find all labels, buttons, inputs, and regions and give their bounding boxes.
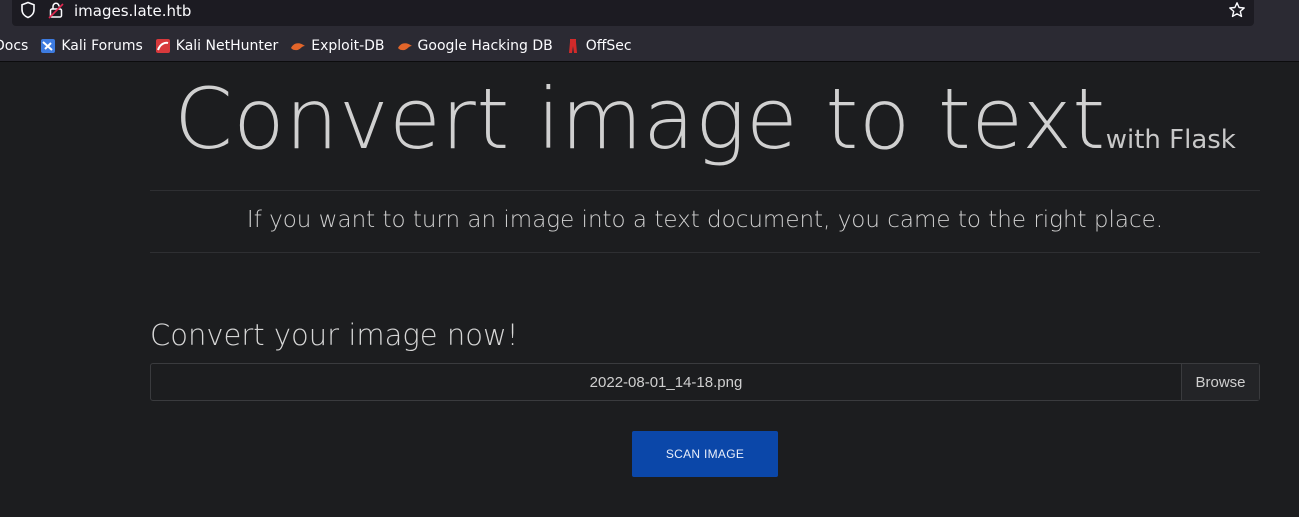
bookmark-star-icon[interactable] — [1228, 1, 1246, 19]
browser-chrome: images.late.htb Docs Kali Forums Kali Ne… — [0, 0, 1299, 62]
ghdb-icon — [397, 43, 412, 51]
bookmark-exploit-db[interactable]: Exploit-DB — [290, 38, 385, 54]
bookmark-kali-nethunter[interactable]: Kali NetHunter — [155, 38, 278, 54]
bookmark-offsec[interactable]: OffSec — [565, 38, 632, 54]
page-title: Convert image to textwith Flask — [150, 70, 1260, 168]
bookmark-label: Docs — [0, 38, 29, 54]
title-suffix: with Flask — [1105, 125, 1236, 155]
file-upload-input[interactable]: 2022-08-01_14-18.png Browse — [150, 363, 1260, 401]
lock-icon[interactable] — [48, 1, 64, 19]
divider — [150, 252, 1260, 253]
bookmark-label: Exploit-DB — [311, 38, 385, 54]
section-title: Convert your image now! — [150, 318, 519, 352]
bookmark-label: Kali NetHunter — [175, 38, 279, 54]
bookmark-google-hacking-db[interactable]: Google Hacking DB — [397, 38, 553, 54]
bookmark-kali-forums[interactable]: Kali Forums — [40, 38, 143, 54]
shield-icon[interactable] — [20, 1, 36, 19]
kali-nethunter-icon — [155, 39, 170, 53]
bookmark-docs[interactable]: Docs — [0, 38, 28, 54]
offsec-icon — [568, 39, 577, 53]
bookmark-label: Kali Forums — [61, 38, 143, 54]
bookmarks-toolbar: Docs Kali Forums Kali NetHunter Exploit-… — [0, 32, 1299, 60]
url-text[interactable]: images.late.htb — [74, 2, 191, 20]
page-content: Convert image to textwith Flask If you w… — [0, 62, 1299, 517]
divider — [150, 190, 1260, 191]
scan-image-button[interactable]: SCAN IMAGE — [632, 431, 778, 477]
file-name[interactable]: 2022-08-01_14-18.png — [151, 364, 1181, 400]
title-main: Convert image to text — [174, 70, 1106, 168]
lead-text: If you want to turn an image into a text… — [246, 207, 1164, 233]
bookmark-label: OffSec — [585, 38, 632, 54]
url-bar[interactable]: images.late.htb — [12, 0, 1254, 26]
browse-button[interactable]: Browse — [1181, 364, 1259, 400]
kali-forums-icon — [41, 39, 56, 53]
bookmark-label: Google Hacking DB — [417, 38, 553, 54]
exploit-db-icon — [291, 43, 306, 51]
